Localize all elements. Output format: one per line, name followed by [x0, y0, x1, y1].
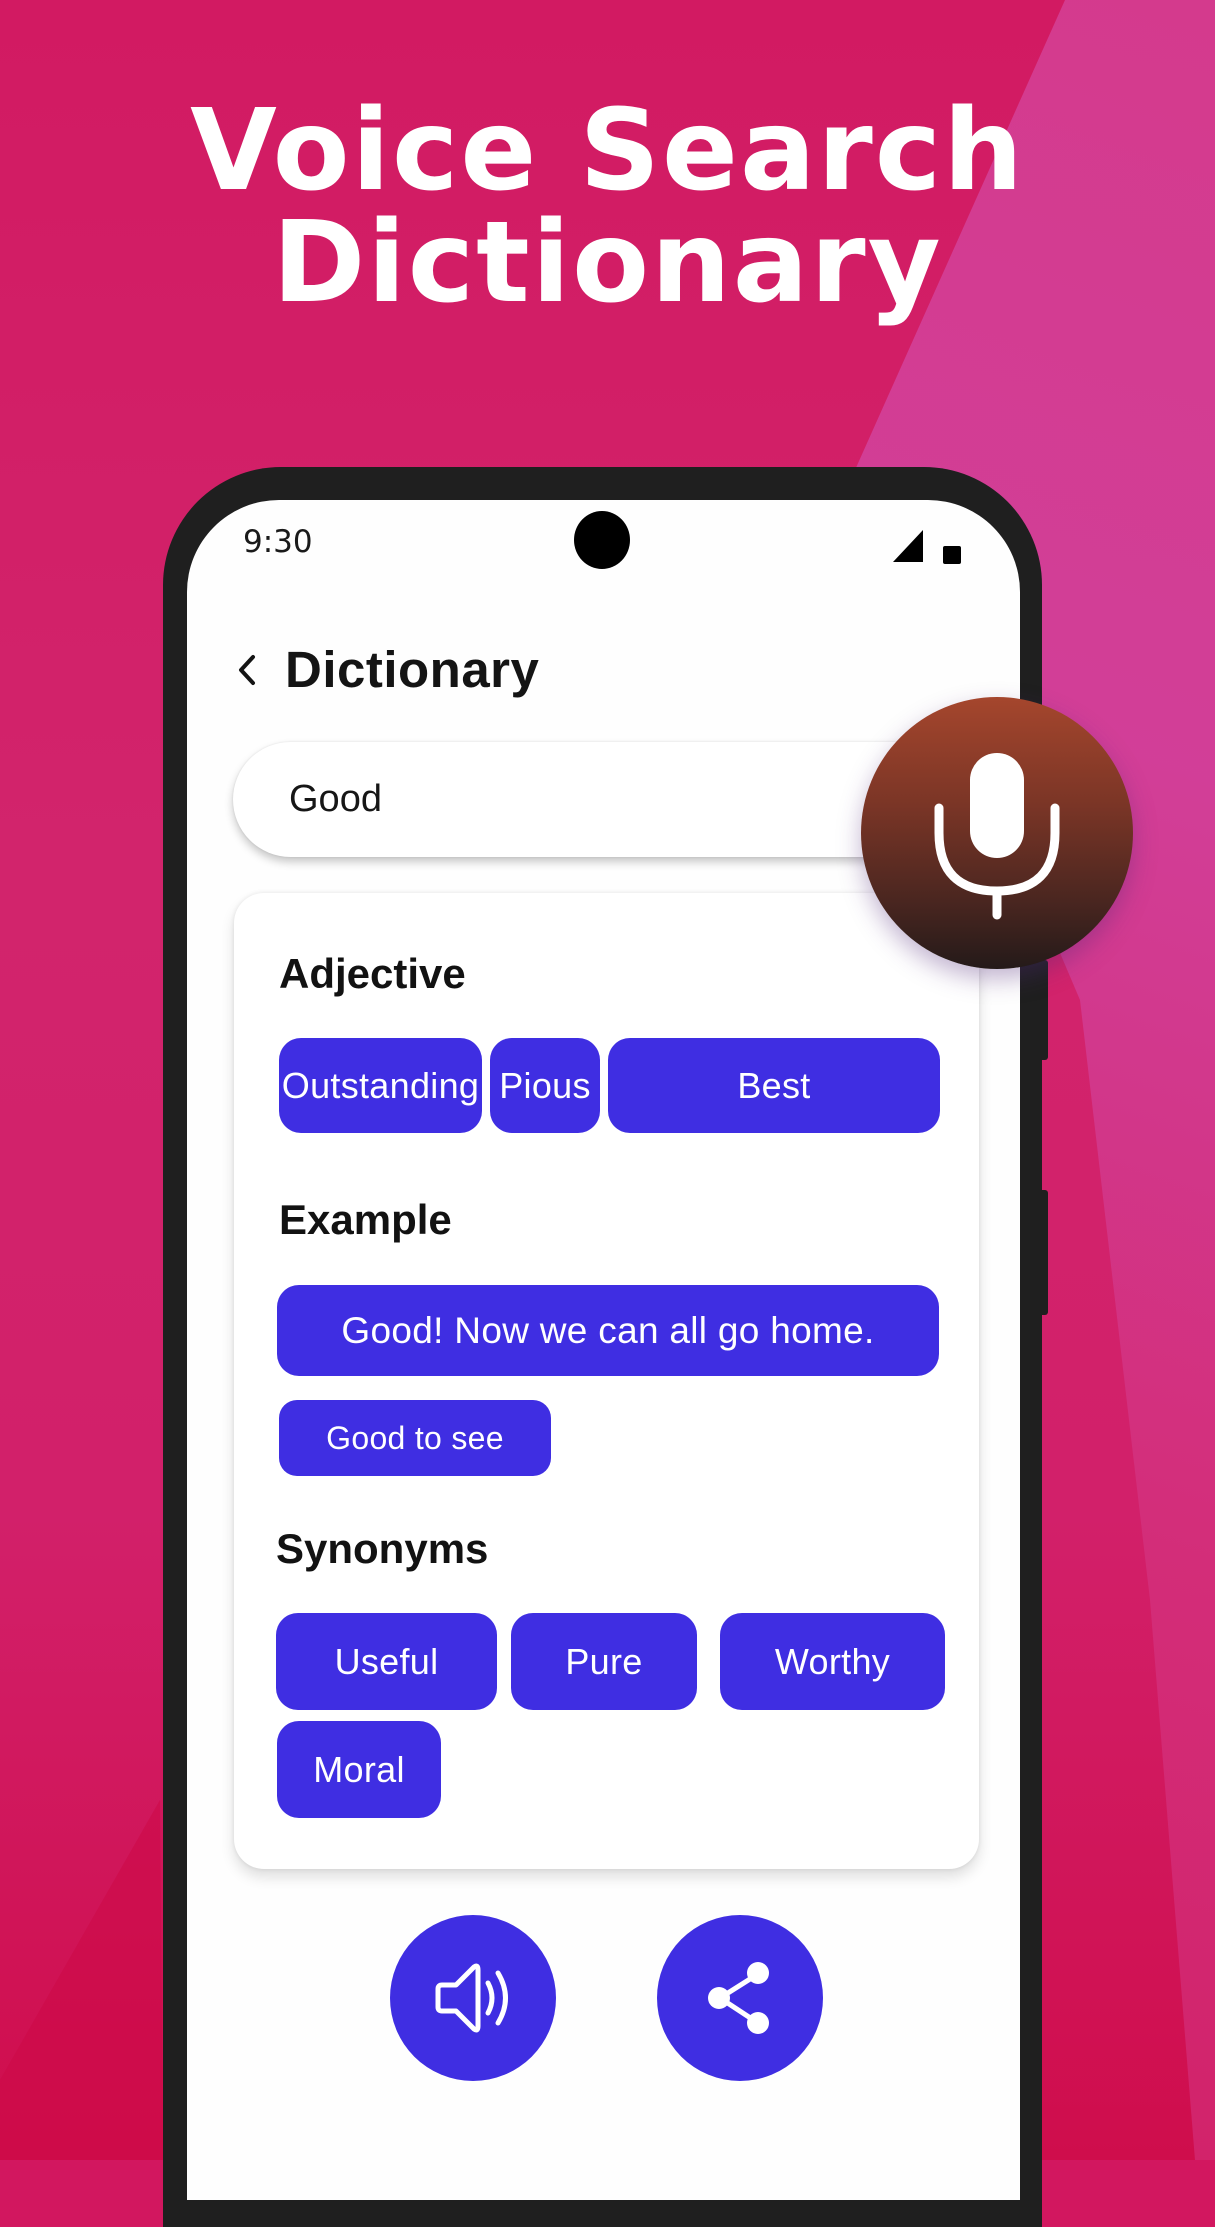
result-card: Adjective Outstanding Pious Best Example…: [234, 893, 979, 1869]
signal-icon: [893, 530, 923, 562]
section-title-synonyms: Synonyms: [276, 1525, 489, 1572]
status-time: 9:30: [243, 524, 313, 560]
speaker-icon: [435, 1963, 508, 2033]
adjective-chip[interactable]: Pious: [490, 1038, 600, 1133]
synonym-chip[interactable]: Useful: [276, 1613, 497, 1710]
synonym-chip[interactable]: Pure: [511, 1613, 697, 1710]
battery-icon: [943, 546, 961, 564]
promo-headline: Voice Search Dictionary: [0, 95, 1215, 319]
speak-button[interactable]: [390, 1915, 556, 2081]
microphone-icon: [934, 753, 1060, 920]
share-button[interactable]: [657, 1915, 823, 2081]
section-title-adjective: Adjective: [279, 950, 466, 997]
chevron-left-icon[interactable]: [227, 645, 267, 695]
front-camera-cutout: [574, 511, 630, 569]
headline-line-1: Voice Search: [190, 86, 1025, 216]
example-chip[interactable]: Good! Now we can all go home.: [277, 1285, 939, 1376]
phone-power-button: [1040, 1190, 1048, 1315]
example-chip[interactable]: Good to see: [279, 1400, 551, 1476]
synonym-chip[interactable]: Moral: [277, 1721, 441, 1818]
headline-line-2: Dictionary: [272, 198, 943, 328]
synonym-chip[interactable]: Worthy: [720, 1613, 945, 1710]
section-title-example: Example: [279, 1196, 452, 1243]
voice-search-button[interactable]: [861, 697, 1133, 969]
share-icon: [708, 1962, 769, 2034]
adjective-chip[interactable]: Outstanding: [279, 1038, 482, 1133]
phone-volume-button: [1040, 960, 1048, 1060]
search-input-value[interactable]: Good: [289, 778, 382, 821]
adjective-chip[interactable]: Best: [608, 1038, 940, 1133]
app-bar: Dictionary: [227, 640, 539, 699]
page-title: Dictionary: [285, 641, 540, 698]
